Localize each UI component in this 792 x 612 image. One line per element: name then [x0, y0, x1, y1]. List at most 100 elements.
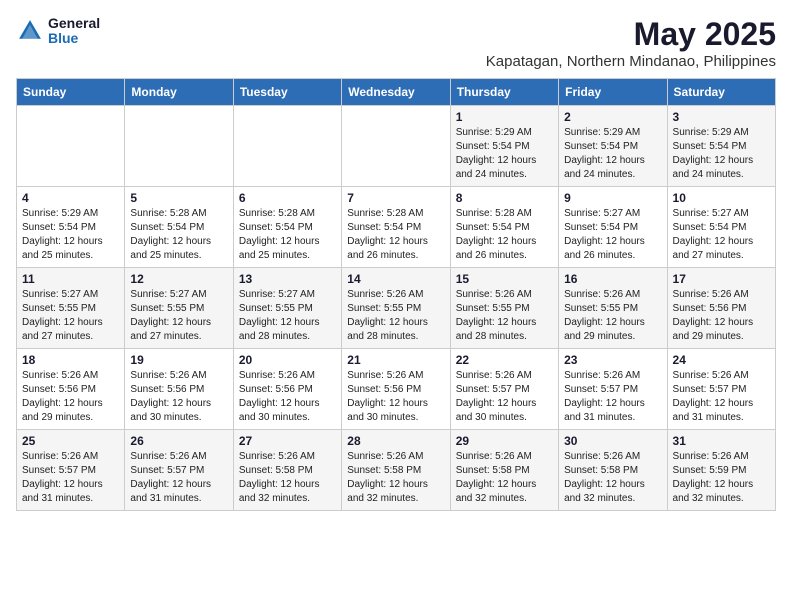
day-number: 3: [673, 110, 770, 124]
day-info: Sunrise: 5:29 AM Sunset: 5:54 PM Dayligh…: [673, 126, 770, 182]
day-number: 26: [130, 434, 227, 448]
day-number: 23: [564, 353, 661, 367]
header-cell-wednesday: Wednesday: [342, 79, 450, 106]
header-cell-monday: Monday: [125, 79, 233, 106]
week-row-1: 1 Sunrise: 5:29 AM Sunset: 5:54 PM Daylig…: [17, 106, 776, 187]
day-info: Sunrise: 5:27 AM Sunset: 5:55 PM Dayligh…: [239, 288, 336, 344]
day-number: 14: [347, 272, 444, 286]
day-number: 4: [22, 191, 119, 205]
month-title: May 2025: [486, 16, 776, 53]
day-number: 16: [564, 272, 661, 286]
day-info: Sunrise: 5:26 AM Sunset: 5:59 PM Dayligh…: [673, 450, 770, 506]
calendar-cell: 31 Sunrise: 5:26 AM Sunset: 5:59 PM Dayli…: [667, 430, 775, 511]
calendar-cell: [233, 106, 341, 187]
day-info: Sunrise: 5:28 AM Sunset: 5:54 PM Dayligh…: [347, 207, 444, 263]
logo-icon: [16, 17, 44, 45]
day-info: Sunrise: 5:26 AM Sunset: 5:55 PM Dayligh…: [456, 288, 553, 344]
calendar-cell: 24 Sunrise: 5:26 AM Sunset: 5:57 PM Dayli…: [667, 349, 775, 430]
day-number: 15: [456, 272, 553, 286]
calendar-table: SundayMondayTuesdayWednesdayThursdayFrid…: [16, 78, 776, 511]
day-number: 28: [347, 434, 444, 448]
day-info: Sunrise: 5:26 AM Sunset: 5:57 PM Dayligh…: [22, 450, 119, 506]
calendar-cell: 15 Sunrise: 5:26 AM Sunset: 5:55 PM Dayli…: [450, 268, 558, 349]
calendar-cell: 16 Sunrise: 5:26 AM Sunset: 5:55 PM Dayli…: [559, 268, 667, 349]
day-number: 8: [456, 191, 553, 205]
week-row-4: 18 Sunrise: 5:26 AM Sunset: 5:56 PM Dayli…: [17, 349, 776, 430]
header-cell-thursday: Thursday: [450, 79, 558, 106]
header-cell-sunday: Sunday: [17, 79, 125, 106]
calendar-cell: 11 Sunrise: 5:27 AM Sunset: 5:55 PM Dayli…: [17, 268, 125, 349]
calendar-cell: 13Sunrise: 5:27 AM Sunset: 5:55 PM Dayli…: [233, 268, 341, 349]
calendar-cell: 3 Sunrise: 5:29 AM Sunset: 5:54 PM Daylig…: [667, 106, 775, 187]
day-info: Sunrise: 5:26 AM Sunset: 5:56 PM Dayligh…: [347, 369, 444, 425]
day-number: 10: [673, 191, 770, 205]
day-number: 31: [673, 434, 770, 448]
day-info: Sunrise: 5:28 AM Sunset: 5:54 PM Dayligh…: [130, 207, 227, 263]
calendar-cell: 25 Sunrise: 5:26 AM Sunset: 5:57 PM Dayli…: [17, 430, 125, 511]
calendar-cell: 4Sunrise: 5:29 AM Sunset: 5:54 PM Daylig…: [17, 187, 125, 268]
day-number: 17: [673, 272, 770, 286]
calendar-cell: 9Sunrise: 5:27 AM Sunset: 5:54 PM Daylig…: [559, 187, 667, 268]
day-info: Sunrise: 5:26 AM Sunset: 5:57 PM Dayligh…: [130, 450, 227, 506]
day-info: Sunrise: 5:26 AM Sunset: 5:57 PM Dayligh…: [456, 369, 553, 425]
day-info: Sunrise: 5:29 AM Sunset: 5:54 PM Dayligh…: [456, 126, 553, 182]
day-info: Sunrise: 5:26 AM Sunset: 5:56 PM Dayligh…: [239, 369, 336, 425]
calendar-cell: 30 Sunrise: 5:26 AM Sunset: 5:58 PM Dayli…: [559, 430, 667, 511]
title-section: May 2025 Kapatagan, Northern Mindanao, P…: [486, 16, 776, 70]
day-info: Sunrise: 5:28 AM Sunset: 5:54 PM Dayligh…: [456, 207, 553, 263]
calendar-cell: 18 Sunrise: 5:26 AM Sunset: 5:56 PM Dayli…: [17, 349, 125, 430]
calendar-cell: 17 Sunrise: 5:26 AM Sunset: 5:56 PM Dayli…: [667, 268, 775, 349]
calendar-cell: 21 Sunrise: 5:26 AM Sunset: 5:56 PM Dayli…: [342, 349, 450, 430]
calendar-cell: 29 Sunrise: 5:26 AM Sunset: 5:58 PM Dayli…: [450, 430, 558, 511]
week-row-2: 4Sunrise: 5:29 AM Sunset: 5:54 PM Daylig…: [17, 187, 776, 268]
day-number: 21: [347, 353, 444, 367]
day-number: 25: [22, 434, 119, 448]
day-info: Sunrise: 5:26 AM Sunset: 5:56 PM Dayligh…: [22, 369, 119, 425]
day-number: 2: [564, 110, 661, 124]
day-info: Sunrise: 5:26 AM Sunset: 5:55 PM Dayligh…: [564, 288, 661, 344]
day-info: Sunrise: 5:28 AM Sunset: 5:54 PM Dayligh…: [239, 207, 336, 263]
calendar-cell: 6 Sunrise: 5:28 AM Sunset: 5:54 PM Daylig…: [233, 187, 341, 268]
day-info: Sunrise: 5:27 AM Sunset: 5:54 PM Dayligh…: [673, 207, 770, 263]
header-cell-saturday: Saturday: [667, 79, 775, 106]
calendar-cell: 23Sunrise: 5:26 AM Sunset: 5:57 PM Dayli…: [559, 349, 667, 430]
logo-text: General Blue: [48, 16, 100, 47]
calendar-cell: [342, 106, 450, 187]
day-number: 5: [130, 191, 227, 205]
day-info: Sunrise: 5:26 AM Sunset: 5:58 PM Dayligh…: [347, 450, 444, 506]
day-info: Sunrise: 5:26 AM Sunset: 5:57 PM Dayligh…: [673, 369, 770, 425]
week-row-3: 11 Sunrise: 5:27 AM Sunset: 5:55 PM Dayli…: [17, 268, 776, 349]
header-row: SundayMondayTuesdayWednesdayThursdayFrid…: [17, 79, 776, 106]
header-cell-friday: Friday: [559, 79, 667, 106]
location-title: Kapatagan, Northern Mindanao, Philippine…: [486, 53, 776, 70]
calendar-cell: 20Sunrise: 5:26 AM Sunset: 5:56 PM Dayli…: [233, 349, 341, 430]
day-number: 18: [22, 353, 119, 367]
day-number: 24: [673, 353, 770, 367]
calendar-cell: 22 Sunrise: 5:26 AM Sunset: 5:57 PM Dayli…: [450, 349, 558, 430]
day-info: Sunrise: 5:26 AM Sunset: 5:56 PM Dayligh…: [673, 288, 770, 344]
calendar-cell: 1 Sunrise: 5:29 AM Sunset: 5:54 PM Daylig…: [450, 106, 558, 187]
day-number: 22: [456, 353, 553, 367]
calendar-cell: 5 Sunrise: 5:28 AM Sunset: 5:54 PM Daylig…: [125, 187, 233, 268]
day-info: Sunrise: 5:26 AM Sunset: 5:58 PM Dayligh…: [564, 450, 661, 506]
calendar-header: SundayMondayTuesdayWednesdayThursdayFrid…: [17, 79, 776, 106]
day-number: 7: [347, 191, 444, 205]
day-info: Sunrise: 5:27 AM Sunset: 5:55 PM Dayligh…: [22, 288, 119, 344]
day-number: 11: [22, 272, 119, 286]
day-number: 12: [130, 272, 227, 286]
calendar-cell: 27Sunrise: 5:26 AM Sunset: 5:58 PM Dayli…: [233, 430, 341, 511]
logo-general-text: General: [48, 16, 100, 31]
day-info: Sunrise: 5:27 AM Sunset: 5:55 PM Dayligh…: [130, 288, 227, 344]
calendar-cell: [125, 106, 233, 187]
day-info: Sunrise: 5:26 AM Sunset: 5:58 PM Dayligh…: [456, 450, 553, 506]
day-number: 1: [456, 110, 553, 124]
day-number: 6: [239, 191, 336, 205]
day-number: 30: [564, 434, 661, 448]
day-number: 29: [456, 434, 553, 448]
week-row-5: 25 Sunrise: 5:26 AM Sunset: 5:57 PM Dayli…: [17, 430, 776, 511]
calendar-cell: 19 Sunrise: 5:26 AM Sunset: 5:56 PM Dayli…: [125, 349, 233, 430]
day-info: Sunrise: 5:29 AM Sunset: 5:54 PM Dayligh…: [564, 126, 661, 182]
day-info: Sunrise: 5:26 AM Sunset: 5:56 PM Dayligh…: [130, 369, 227, 425]
day-number: 19: [130, 353, 227, 367]
day-info: Sunrise: 5:26 AM Sunset: 5:58 PM Dayligh…: [239, 450, 336, 506]
